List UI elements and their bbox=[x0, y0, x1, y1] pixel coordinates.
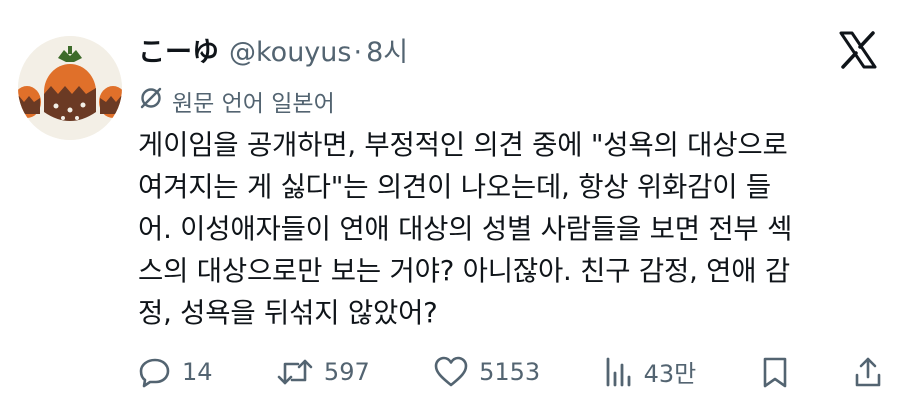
views-icon bbox=[604, 355, 634, 389]
repost-count: 597 bbox=[323, 357, 370, 386]
translation-label: 원문 언어 일본어 bbox=[172, 91, 335, 117]
display-name[interactable]: こーゆ bbox=[138, 30, 219, 69]
translation-notice[interactable]: 원문 언어 일본어 bbox=[138, 84, 335, 118]
tweet-text-line: 게이임을 공개하면, 부정적인 의견 중에 "성욕의 대상으로 bbox=[138, 129, 788, 161]
tweet-text-line: 어. 이성애자들이 연애 대상의 성별 사람들을 보면 전부 섹 bbox=[138, 213, 793, 245]
x-logo-icon[interactable] bbox=[838, 30, 878, 70]
bookmark-button[interactable] bbox=[760, 355, 790, 389]
like-count: 5153 bbox=[479, 357, 541, 386]
persimmon-avatar-image bbox=[18, 36, 122, 140]
reply-icon bbox=[138, 355, 172, 389]
repost-button[interactable]: 597 bbox=[276, 355, 370, 389]
bookmark-icon bbox=[760, 355, 790, 389]
like-button[interactable]: 5153 bbox=[433, 355, 540, 389]
reply-button[interactable]: 14 bbox=[138, 355, 213, 389]
repost-icon bbox=[276, 355, 314, 389]
heart-icon bbox=[433, 355, 469, 389]
share-icon bbox=[853, 355, 883, 389]
tweet-header: こーゆ @kouyus · 8시 bbox=[138, 30, 408, 69]
tweet-text-line: 여겨지는 게 싫다"는 의견이 나오는데, 항상 위화감이 들 bbox=[138, 171, 771, 203]
tweet-text-line: 정, 성욕을 뒤섞지 않았어? bbox=[138, 297, 438, 329]
tweet-text-line: 스의 대상으로만 보는 거야? 아니잖아. 친구 감정, 연애 감 bbox=[138, 255, 791, 287]
timestamp[interactable]: 8시 bbox=[366, 30, 408, 69]
translate-icon bbox=[138, 85, 164, 117]
action-bar: 14 597 5153 43만 bbox=[138, 354, 883, 389]
views-count: 43만 bbox=[643, 360, 697, 388]
user-handle[interactable]: @kouyus bbox=[229, 37, 351, 68]
share-button[interactable] bbox=[853, 355, 883, 389]
tweet-text: 게이임을 공개하면, 부정적인 의견 중에 "성욕의 대상으로 여겨지는 게 싫… bbox=[138, 124, 883, 334]
separator-dot: · bbox=[353, 37, 363, 68]
reply-count: 14 bbox=[182, 357, 213, 386]
views-button[interactable]: 43만 bbox=[604, 354, 697, 389]
avatar[interactable] bbox=[18, 36, 122, 140]
